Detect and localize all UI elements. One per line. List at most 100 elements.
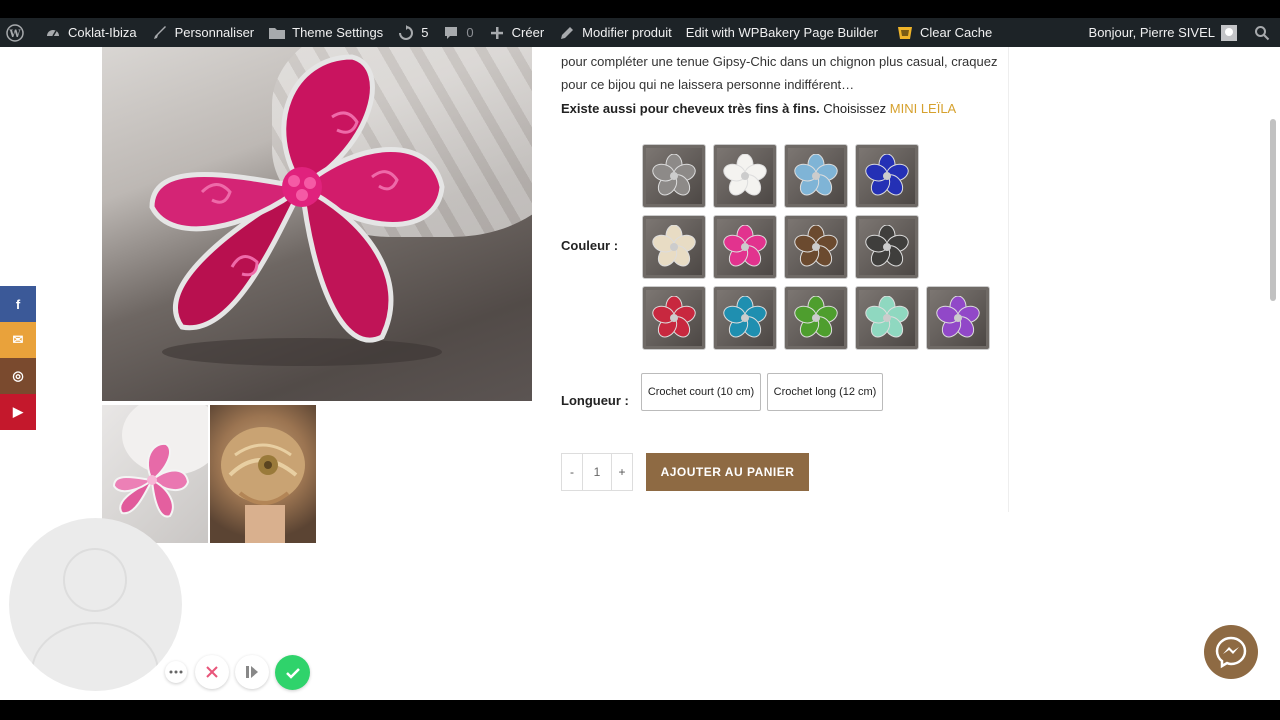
product-description: pour compléter une tenue Gipsy-Chic dans… [561, 54, 998, 92]
flower-swatch-icon [723, 154, 767, 196]
comments-count: 0 [466, 25, 474, 40]
updates-link[interactable]: 5 [390, 18, 435, 47]
messenger-icon [1215, 636, 1247, 669]
color-swatch[interactable] [926, 286, 990, 350]
color-swatch[interactable] [855, 215, 919, 279]
color-swatch[interactable] [855, 144, 919, 208]
color-swatch[interactable] [784, 286, 848, 350]
color-swatch[interactable] [784, 144, 848, 208]
avatar-body-placeholder [31, 622, 159, 691]
plus-icon [488, 24, 506, 42]
admin-search[interactable] [1244, 18, 1280, 47]
comments-link[interactable]: 0 [435, 18, 480, 47]
youtube-button[interactable]: ▶ [0, 394, 36, 430]
swatch-background [930, 290, 986, 346]
site-name-menu[interactable]: Coklat-Ibiza [37, 18, 144, 47]
length-option-short[interactable]: Crochet court (10 cm) [641, 373, 761, 411]
color-swatch[interactable] [642, 286, 706, 350]
facebook-share-button[interactable]: f [0, 286, 36, 322]
user-avatar [1221, 24, 1237, 41]
length-option-long[interactable]: Crochet long (12 cm) [767, 373, 883, 411]
flower-swatch-icon [794, 225, 838, 267]
edit-product-link[interactable]: Modifier produit [551, 18, 679, 47]
create-menu[interactable]: Créer [481, 18, 552, 47]
color-swatch[interactable] [713, 144, 777, 208]
more-options-button[interactable] [165, 661, 187, 683]
color-swatch[interactable] [642, 215, 706, 279]
swatch-background [859, 290, 915, 346]
dashboard-icon [44, 24, 62, 42]
close-icon [206, 666, 218, 678]
top-strip [0, 0, 1280, 18]
summary-divider [1008, 47, 1009, 512]
color-swatch[interactable] [713, 286, 777, 350]
pause-play-icon [246, 666, 258, 678]
check-icon [285, 667, 300, 679]
flower-swatch-icon [794, 296, 838, 338]
hair-bun-thumbnail-image [221, 427, 305, 543]
email-share-button[interactable]: ✉ [0, 322, 36, 358]
product-thumbnail-2[interactable] [210, 405, 316, 543]
wordpress-icon: W [6, 23, 24, 42]
refresh-icon [397, 24, 415, 42]
add-to-cart-button[interactable]: AJOUTER AU PANIER [646, 453, 809, 491]
swatch-background [646, 219, 702, 275]
messenger-chat-button[interactable] [1204, 625, 1258, 679]
screen: W Coklat-Ibiza Personnaliser Theme Setti… [0, 0, 1280, 720]
site-name: Coklat-Ibiza [68, 25, 137, 40]
wpbakery-label: Edit with WPBakery Page Builder [685, 25, 878, 40]
swatch-background [717, 219, 773, 275]
greeting-label: Bonjour, Pierre SIVEL [1088, 25, 1215, 40]
create-label: Créer [511, 25, 545, 40]
color-swatch[interactable] [642, 144, 706, 208]
color-swatch[interactable] [855, 286, 919, 350]
customize-link[interactable]: Personnaliser [144, 18, 262, 47]
quantity-plus-button[interactable]: + [612, 454, 632, 490]
flower-brooch-image [149, 54, 445, 366]
swatch-background [788, 148, 844, 204]
search-icon [1253, 24, 1271, 42]
quantity-input[interactable]: 1 [582, 454, 612, 490]
flower-swatch-icon [936, 296, 980, 338]
swatch-background [859, 219, 915, 275]
color-swatch[interactable] [784, 215, 848, 279]
product-main-image[interactable] [102, 47, 532, 401]
quantity-minus-button[interactable]: - [562, 454, 582, 490]
admin-bar-right: Bonjour, Pierre SIVEL [1082, 18, 1280, 47]
email-icon: ✉ [12, 332, 24, 347]
brush-icon [151, 24, 169, 42]
theme-settings-link[interactable]: Theme Settings [261, 18, 390, 47]
edit-product-label: Modifier produit [582, 25, 672, 40]
flower-swatch-icon [794, 154, 838, 196]
wp-logo-menu[interactable]: W [0, 18, 37, 47]
clear-cache-link[interactable]: Clear Cache [889, 18, 999, 47]
my-account-menu[interactable]: Bonjour, Pierre SIVEL [1082, 18, 1244, 47]
mini-leila-link[interactable]: MINI LEÏLA [890, 101, 956, 116]
alternative-note: Existe aussi pour cheveux très fins à fi… [561, 101, 956, 116]
color-swatch[interactable] [713, 215, 777, 279]
comment-icon [442, 24, 460, 42]
folder-icon [268, 24, 286, 42]
flower-swatch-icon [865, 296, 909, 338]
cancel-recording-button[interactable] [195, 655, 229, 689]
instagram-button[interactable]: ◎ [0, 358, 36, 394]
flower-swatch-icon [865, 154, 909, 196]
finish-recording-button[interactable] [275, 655, 310, 690]
pause-recording-button[interactable] [235, 655, 269, 689]
more-icon [169, 670, 183, 674]
pencil-icon [558, 24, 576, 42]
updates-count: 5 [421, 25, 429, 40]
wpbakery-link[interactable]: Edit with WPBakery Page Builder [679, 18, 885, 47]
quantity-stepper: - 1 + [561, 453, 633, 491]
admin-bar: W Coklat-Ibiza Personnaliser Theme Setti… [0, 18, 1280, 47]
color-label: Couleur : [561, 238, 619, 253]
flower-swatch-icon [652, 225, 696, 267]
flower-swatch-icon [723, 225, 767, 267]
swatch-background [788, 290, 844, 346]
facebook-icon: f [15, 296, 21, 312]
product-page: pour compléter une tenue Gipsy-Chic dans… [0, 47, 1280, 700]
flower-swatch-icon [652, 296, 696, 338]
page-scrollbar[interactable] [1270, 119, 1276, 301]
webcam-overlay [9, 518, 182, 691]
flower-swatch-icon [865, 225, 909, 267]
